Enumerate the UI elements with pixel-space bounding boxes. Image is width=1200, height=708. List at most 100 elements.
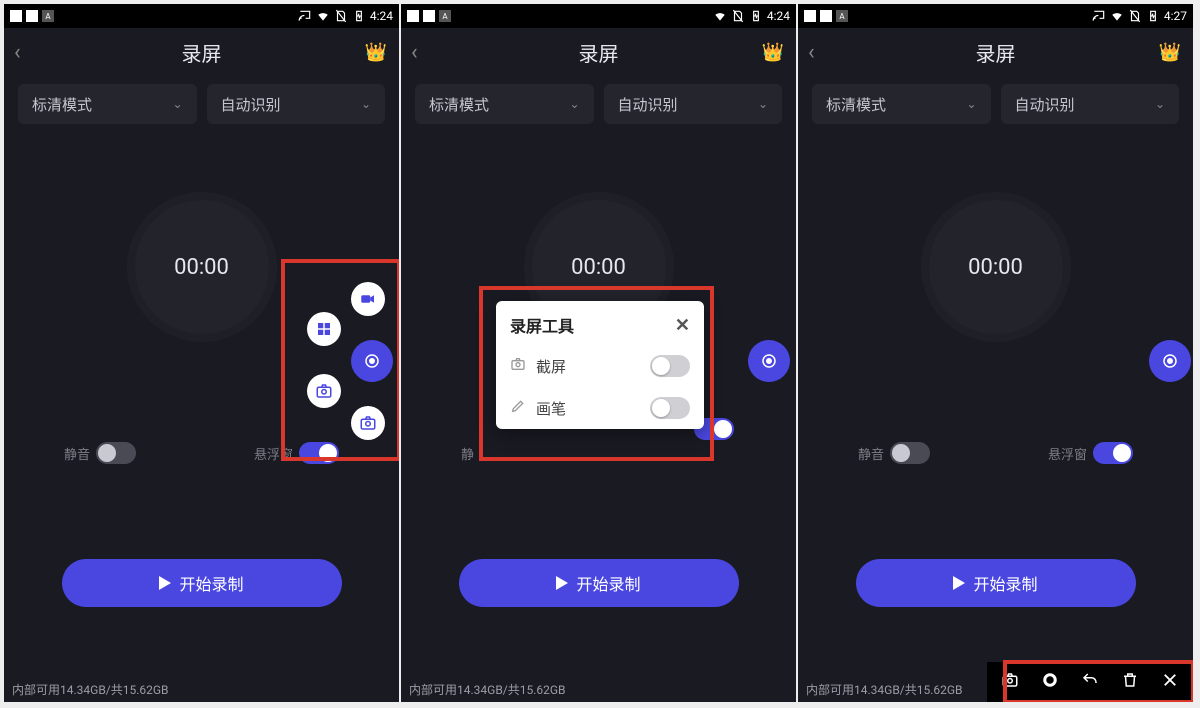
close-icon[interactable]: ✕ (675, 315, 690, 336)
fab-record-button[interactable] (1149, 340, 1191, 382)
notif-icon (10, 10, 22, 22)
chevron-down-icon: ⌄ (569, 97, 579, 111)
fab-video-button[interactable] (351, 282, 385, 316)
start-record-button[interactable]: 开始录制 (62, 559, 342, 607)
no-sim-icon (334, 9, 348, 23)
dialog-title: 录屏工具 (510, 313, 574, 337)
start-label: 开始录制 (973, 571, 1037, 595)
chevron-down-icon: ⌄ (1155, 97, 1165, 111)
storage-text: 内部可用14.34GB/共15.62GB (12, 681, 169, 698)
back-button[interactable]: ‹ (14, 40, 21, 65)
status-bar: A 4:27 (798, 4, 1193, 28)
screenshot-label: 截屏 (536, 356, 566, 377)
pen-toggle[interactable] (650, 397, 690, 419)
camera-icon[interactable] (1001, 671, 1019, 693)
fab-record-button[interactable] (351, 340, 393, 382)
chevron-down-icon: ⌄ (966, 97, 976, 111)
no-sim-icon (731, 9, 745, 23)
start-label: 开始录制 (179, 571, 243, 595)
tools-dialog: 录屏工具 ✕ 截屏 画笔 (496, 301, 704, 429)
timer-display: 00:00 (921, 192, 1071, 342)
trash-icon[interactable] (1121, 671, 1139, 693)
status-bar: A 4:24 (401, 4, 796, 28)
mute-label: 静音 (858, 444, 884, 463)
start-label: 开始录制 (576, 571, 640, 595)
detect-label: 自动识别 (1015, 94, 1075, 115)
mute-label: 静音 (64, 444, 90, 463)
back-button[interactable]: ‹ (411, 40, 418, 65)
app-notif-icon: A (439, 10, 451, 22)
title-bar: ‹ 录屏 👑 (4, 28, 399, 76)
notif-icon (423, 10, 435, 22)
mode-dropdown[interactable]: 标清模式 ⌄ (415, 84, 594, 124)
clock: 4:24 (767, 9, 790, 23)
detect-label: 自动识别 (618, 94, 678, 115)
mode-dropdown[interactable]: 标清模式 ⌄ (18, 84, 197, 124)
notif-icon (804, 10, 816, 22)
no-sim-icon (1128, 9, 1142, 23)
mute-toggle[interactable] (96, 442, 136, 464)
page-title: 录屏 (182, 38, 222, 67)
detect-dropdown[interactable]: 自动识别 ⌄ (207, 84, 386, 124)
crown-icon[interactable]: 👑 (762, 42, 784, 63)
clock: 4:27 (1164, 9, 1187, 23)
drawing-toolbar (987, 662, 1193, 702)
pen-icon (510, 398, 526, 418)
play-icon (556, 576, 568, 590)
camera-icon (510, 356, 526, 376)
mode-label: 标清模式 (429, 94, 489, 115)
battery-icon (1146, 9, 1160, 23)
back-button[interactable]: ‹ (808, 40, 815, 65)
crown-icon[interactable]: 👑 (365, 42, 387, 63)
chevron-down-icon: ⌄ (172, 97, 182, 111)
notif-icon (820, 10, 832, 22)
close-icon[interactable] (1161, 671, 1179, 693)
wifi-icon (713, 9, 727, 23)
screenshot-toggle-row[interactable]: 截屏 (496, 345, 704, 387)
cast-icon (298, 9, 312, 23)
detect-dropdown[interactable]: 自动识别 ⌄ (604, 84, 783, 124)
battery-icon (352, 9, 366, 23)
pen-label: 画笔 (536, 398, 566, 419)
mute-toggle[interactable] (890, 442, 930, 464)
mode-dropdown[interactable]: 标清模式 ⌄ (812, 84, 991, 124)
wifi-icon (1110, 9, 1124, 23)
clock: 4:24 (370, 9, 393, 23)
undo-icon[interactable] (1081, 671, 1099, 693)
play-icon (159, 576, 171, 590)
float-toggle[interactable] (1093, 442, 1133, 464)
start-record-button[interactable]: 开始录制 (459, 559, 739, 607)
mode-label: 标清模式 (826, 94, 886, 115)
status-bar: A 4:24 (4, 4, 399, 28)
page-title: 录屏 (976, 38, 1016, 67)
chevron-down-icon: ⌄ (758, 97, 768, 111)
fab-screenshot-button[interactable] (307, 374, 341, 408)
mute-label: 静 (461, 444, 475, 463)
start-record-button[interactable]: 开始录制 (856, 559, 1136, 607)
app-notif-icon: A (42, 10, 54, 22)
chevron-down-icon: ⌄ (361, 97, 371, 111)
pen-toggle-row[interactable]: 画笔 (496, 387, 704, 429)
storage-text: 内部可用14.34GB/共15.62GB (409, 681, 566, 698)
float-label: 悬浮窗 (254, 444, 293, 463)
screenshot-toggle[interactable] (650, 355, 690, 377)
fab-record-button[interactable] (748, 340, 790, 382)
float-toggle[interactable] (299, 442, 339, 464)
detect-dropdown[interactable]: 自动识别 ⌄ (1001, 84, 1180, 124)
fab-camera-button[interactable] (351, 406, 385, 440)
float-label: 悬浮窗 (1048, 444, 1087, 463)
notif-icon (407, 10, 419, 22)
phone-screenshot-3: A 4:27 ‹ 录屏 👑 标清模式 ⌄ 自动识别 ⌄ 00:00 静音 (798, 4, 1193, 702)
palette-icon[interactable] (1041, 671, 1059, 693)
phone-screenshot-1: A 4:24 ‹ 录屏 👑 标清模式 ⌄ 自动识别 ⌄ 00:00 静音 (4, 4, 399, 702)
battery-icon (749, 9, 763, 23)
title-bar: ‹ 录屏 👑 (798, 28, 1193, 76)
title-bar: ‹ 录屏 👑 (401, 28, 796, 76)
wifi-icon (316, 9, 330, 23)
fab-grid-button[interactable] (307, 312, 341, 346)
page-title: 录屏 (579, 38, 619, 67)
phone-screenshot-2: A 4:24 ‹ 录屏 👑 标清模式 ⌄ 自动识别 ⌄ 00:00 静 悬浮窗 (401, 4, 796, 702)
crown-icon[interactable]: 👑 (1159, 42, 1181, 63)
storage-text: 内部可用14.34GB/共15.62GB (806, 681, 963, 698)
play-icon (953, 576, 965, 590)
